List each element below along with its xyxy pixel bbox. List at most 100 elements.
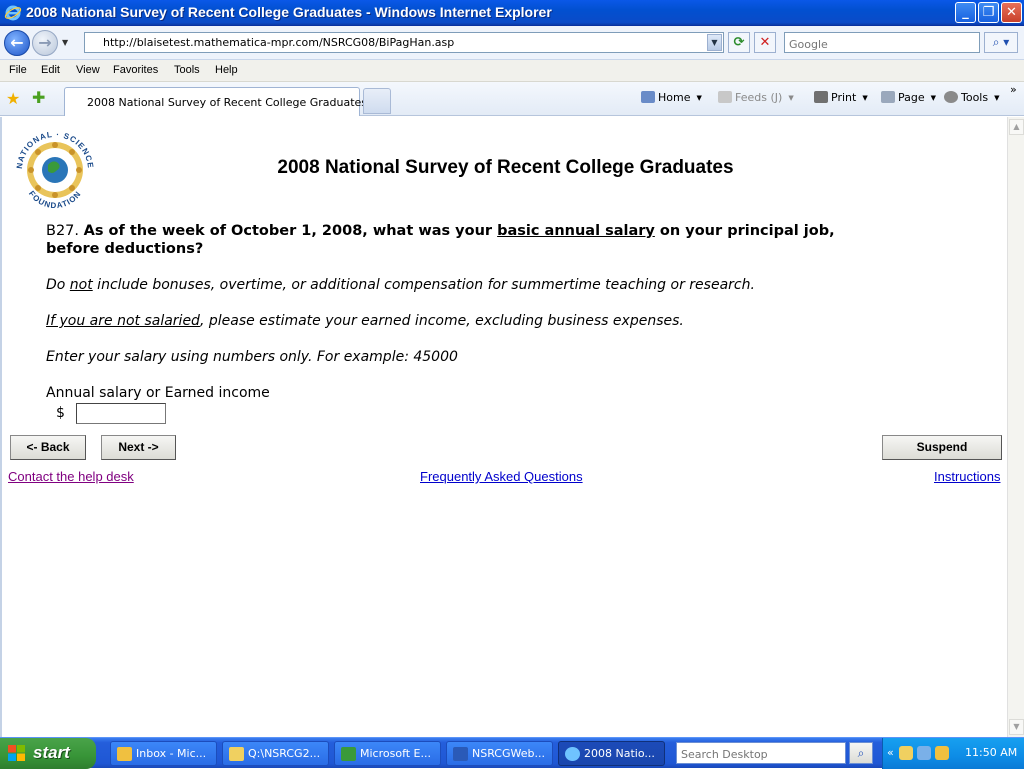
task-label: Inbox - Mic...: [136, 747, 207, 760]
desktop-search-input[interactable]: [677, 744, 845, 765]
salary-input[interactable]: [76, 403, 166, 424]
faq-link[interactable]: Frequently Asked Questions: [420, 469, 583, 484]
page-title: 2008 National Survey of Recent College G…: [277, 157, 734, 178]
network-icon[interactable]: [917, 746, 931, 760]
search-button[interactable]: ⌕ ▾: [984, 32, 1018, 53]
tab-bar: ★ ✚ 2008 National Survey of Recent Colle…: [0, 82, 1024, 116]
menu-favorites[interactable]: Favorites: [113, 64, 158, 76]
feed-icon: [718, 91, 732, 103]
page-label: Page: [898, 91, 925, 104]
task-inbox[interactable]: Inbox - Mic...: [110, 741, 217, 766]
print-label: Print: [831, 91, 857, 104]
task-folder[interactable]: Q:\NSRCG2...: [222, 741, 329, 766]
desktop-search-box[interactable]: [676, 742, 846, 765]
outlook-icon: [117, 747, 132, 761]
window-title-bar[interactable]: 2008 National Survey of Recent College G…: [0, 0, 1024, 26]
chevron-down-icon: ▼: [930, 94, 937, 102]
back-button[interactable]: <- Back: [10, 435, 86, 460]
more-commands-icon[interactable]: »: [1010, 83, 1017, 96]
question-number: B27.: [46, 223, 80, 239]
page-button[interactable]: Page ▼: [881, 91, 936, 104]
tools-label: Tools: [961, 91, 989, 104]
task-label: Microsoft E...: [360, 747, 431, 760]
task-label: 2008 Natio...: [584, 747, 655, 760]
suspend-button[interactable]: Suspend: [882, 435, 1002, 460]
windows-logo-icon: [8, 745, 25, 761]
instructions-link[interactable]: Instructions: [934, 469, 1000, 484]
help-desk-link[interactable]: Contact the help desk: [8, 469, 134, 484]
arrow-right-icon: →: [38, 33, 52, 52]
start-button[interactable]: start: [0, 738, 96, 769]
chevron-down-icon: ▼: [788, 94, 794, 102]
menu-view[interactable]: View: [76, 64, 100, 76]
arrow-left-icon: ←: [10, 33, 24, 52]
feeds-button[interactable]: Feeds (J) ▼: [718, 91, 794, 104]
home-button[interactable]: Home ▼: [641, 91, 702, 104]
instruction-exclusions-not: not: [69, 277, 93, 293]
question-line-1: B27. As of the week of October 1, 2008, …: [46, 223, 835, 239]
question-text-start: As of the week of October 1, 2008, what …: [83, 223, 498, 239]
print-button[interactable]: Print ▼: [814, 91, 868, 104]
stop-button[interactable]: ✕: [754, 32, 776, 53]
chevron-down-icon: ▼: [994, 94, 1000, 102]
favorites-star-icon[interactable]: ★: [6, 89, 20, 108]
menu-edit[interactable]: Edit: [41, 64, 60, 76]
system-tray: « 11:50 AM: [882, 738, 1024, 769]
window-title: 2008 National Survey of Recent College G…: [26, 4, 552, 20]
word-icon: [453, 747, 468, 761]
back-nav-button[interactable]: ←: [4, 30, 30, 56]
refresh-button[interactable]: ⟳: [728, 32, 750, 53]
page-icon: [881, 91, 895, 103]
next-button[interactable]: Next ->: [101, 435, 176, 460]
feeds-label: Feeds (J): [735, 91, 783, 104]
tab-active[interactable]: 2008 National Survey of Recent College G…: [64, 87, 367, 116]
forward-nav-button[interactable]: →: [32, 30, 58, 56]
clock: 11:50 AM: [965, 746, 1018, 759]
menu-tools[interactable]: Tools: [174, 64, 200, 76]
address-toolbar: ← → ▼ http://blaisetest.mathematica-mpr.…: [0, 26, 1024, 60]
recent-pages-dropdown[interactable]: ▼: [62, 38, 68, 47]
task-label: NSRCGWeb...: [472, 747, 545, 760]
chevron-down-icon: ▼: [862, 94, 868, 102]
question-text-emphasis: basic annual salary: [497, 223, 655, 239]
internet-explorer-icon: [565, 747, 580, 761]
minimize-button[interactable]: _: [955, 2, 976, 23]
scroll-down-button[interactable]: ▼: [1009, 719, 1024, 735]
task-ie-active[interactable]: 2008 Natio...: [558, 741, 665, 766]
instruction-exclusions: Do not include bonuses, overtime, or add…: [46, 277, 755, 293]
task-label: Q:\NSRCG2...: [248, 747, 321, 760]
menu-file[interactable]: File: [9, 64, 27, 76]
excel-icon: [341, 747, 356, 761]
search-input[interactable]: [785, 35, 979, 54]
close-button[interactable]: ✕: [1001, 2, 1022, 23]
vertical-scrollbar[interactable]: ▲ ▼: [1007, 117, 1024, 737]
task-excel[interactable]: Microsoft E...: [334, 741, 441, 766]
maximize-button[interactable]: ❐: [978, 2, 999, 23]
menu-help[interactable]: Help: [215, 64, 238, 76]
taskbar: start Inbox - Mic... Q:\NSRCG2... Micros…: [0, 737, 1024, 769]
scroll-up-button[interactable]: ▲: [1009, 119, 1024, 135]
address-dropdown-button[interactable]: ▼: [707, 34, 722, 51]
tools-button[interactable]: Tools ▼: [944, 91, 1000, 104]
currency-symbol: $: [56, 405, 65, 421]
outlook-tray-icon[interactable]: [935, 746, 949, 760]
instruction-not-salaried-rest: , please estimate your earned income, ex…: [199, 313, 684, 329]
instruction-not-salaried: If you are not salaried, please estimate…: [46, 313, 684, 329]
mail-icon[interactable]: [899, 746, 913, 760]
address-field[interactable]: http://blaisetest.mathematica-mpr.com/NS…: [84, 32, 724, 53]
question-text-end: on your principal job,: [654, 223, 835, 239]
instruction-not-salaried-lead: If you are not salaried: [46, 313, 200, 329]
search-box[interactable]: [784, 32, 980, 54]
new-tab-button[interactable]: [363, 88, 391, 114]
salary-field-label: Annual salary or Earned income: [46, 385, 270, 401]
printer-icon: [814, 91, 828, 103]
desktop-search-button[interactable]: ⌕: [849, 742, 873, 764]
add-favorite-icon[interactable]: ✚: [32, 88, 45, 107]
task-word[interactable]: NSRCGWeb...: [446, 741, 553, 766]
home-icon: [641, 91, 655, 103]
instruction-format: Enter your salary using numbers only. Fo…: [46, 349, 458, 365]
tab-label: 2008 National Survey of Recent College G…: [87, 96, 368, 109]
tray-expand-icon[interactable]: «: [887, 746, 894, 759]
instruction-exclusions-prefix: Do: [46, 277, 70, 293]
folder-icon: [229, 747, 244, 761]
